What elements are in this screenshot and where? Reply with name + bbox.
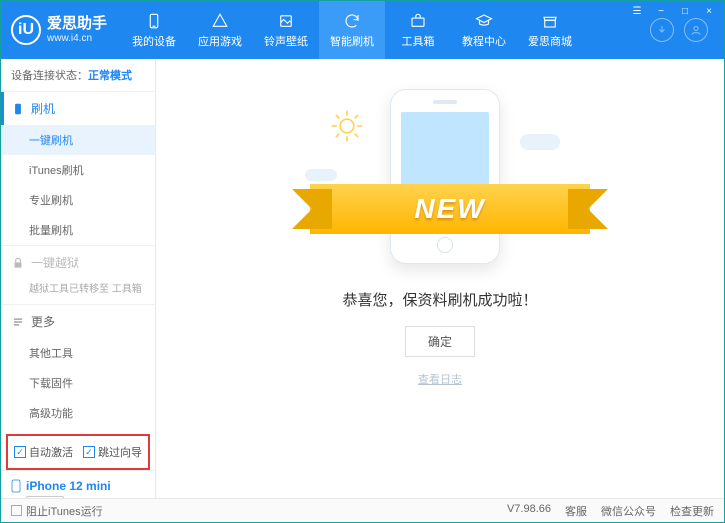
nav-label: 工具箱 — [402, 33, 435, 49]
wechat-link[interactable]: 微信公众号 — [601, 503, 656, 519]
brand-url: www.i4.cn — [47, 33, 107, 45]
grad-cap-icon — [475, 12, 493, 30]
sun-icon — [330, 109, 364, 143]
device-icon — [11, 479, 21, 493]
sidebar-item-batch[interactable]: 批量刷机 — [1, 215, 155, 245]
toolbox-icon — [409, 12, 427, 30]
nav-label: 铃声壁纸 — [264, 33, 308, 49]
success-illustration: NEW — [330, 89, 550, 269]
block-itunes-checkbox[interactable]: 阻止iTunes运行 — [11, 503, 103, 519]
logo-icon: iU — [11, 15, 41, 45]
phone-illustration — [390, 89, 500, 264]
brand-name: 爱思助手 — [47, 15, 107, 33]
device-name: iPhone 12 mini — [26, 479, 111, 493]
cloud-icon — [520, 134, 560, 150]
nav-tutorials[interactable]: 教程中心 — [451, 1, 517, 59]
device-block[interactable]: iPhone 12 mini 64GB Down-12mini-13,1 — [1, 470, 155, 498]
update-link[interactable]: 检查更新 — [670, 503, 714, 519]
top-nav: 我的设备 应用游戏 铃声壁纸 智能刷机 工具箱 教程中心 爱思商城 — [121, 1, 634, 59]
new-banner: NEW — [310, 184, 590, 234]
jailbreak-note: 越狱工具已转移至 工具箱 — [1, 279, 155, 304]
nav-label: 教程中心 — [462, 33, 506, 49]
minimize-button[interactable]: − — [650, 3, 672, 19]
check-icon: ✓ — [83, 446, 95, 458]
nav-apps[interactable]: 应用游戏 — [187, 1, 253, 59]
logo-block: iU 爱思助手 www.i4.cn — [1, 15, 121, 45]
header-actions — [634, 18, 724, 42]
sidebar-item-advanced[interactable]: 高级功能 — [1, 398, 155, 428]
sidebar-item-pro[interactable]: 专业刷机 — [1, 185, 155, 215]
main-pane: NEW 恭喜您，保资料刷机成功啦！ 确定 查看日志 — [156, 59, 724, 498]
list-icon — [11, 315, 25, 329]
settings-button[interactable]: ☰ — [626, 3, 648, 19]
support-link[interactable]: 客服 — [565, 503, 587, 519]
app-header: iU 爱思助手 www.i4.cn 我的设备 应用游戏 铃声壁纸 智能刷机 工具… — [1, 1, 724, 59]
nav-ringtones[interactable]: 铃声壁纸 — [253, 1, 319, 59]
lock-icon — [11, 256, 25, 270]
check-label: 自动激活 — [29, 444, 73, 460]
section-flash[interactable]: 刷机 — [1, 92, 155, 125]
view-log-link[interactable]: 查看日志 — [418, 371, 462, 387]
section-title: 更多 — [31, 313, 55, 330]
cloud-icon — [305, 169, 337, 181]
wallpaper-icon — [277, 12, 295, 30]
apps-icon — [211, 12, 229, 30]
nav-shop[interactable]: 爱思商城 — [517, 1, 583, 59]
nav-device[interactable]: 我的设备 — [121, 1, 187, 59]
success-message: 恭喜您，保资料刷机成功啦！ — [342, 289, 537, 310]
version-label: V7.98.66 — [507, 503, 551, 519]
nav-label: 智能刷机 — [330, 33, 374, 49]
sidebar-item-itunes[interactable]: iTunes刷机 — [1, 155, 155, 185]
check-label: 跳过向导 — [98, 444, 142, 460]
checkbox-skip-guide[interactable]: ✓跳过向导 — [83, 444, 142, 460]
nav-label: 我的设备 — [132, 33, 176, 49]
phone-icon — [11, 102, 25, 116]
shop-icon — [541, 12, 559, 30]
checkbox-auto-activate[interactable]: ✓自动激活 — [14, 444, 73, 460]
confirm-button[interactable]: 确定 — [405, 326, 475, 357]
sidebar-item-oneclick[interactable]: 一键刷机 — [1, 125, 155, 155]
section-title: 刷机 — [31, 100, 55, 117]
close-button[interactable]: × — [698, 3, 720, 19]
maximize-button[interactable]: □ — [674, 3, 696, 19]
download-button[interactable] — [650, 18, 674, 42]
refresh-icon — [343, 12, 361, 30]
checkbox-icon — [11, 505, 22, 516]
phone-icon — [145, 12, 163, 30]
window-controls: ☰ − □ × — [622, 1, 724, 21]
check-icon: ✓ — [14, 446, 26, 458]
section-more[interactable]: 更多 — [1, 305, 155, 338]
sidebar-item-firmware[interactable]: 下载固件 — [1, 368, 155, 398]
device-name-row: iPhone 12 mini — [11, 479, 145, 493]
section-jailbreak[interactable]: 一键越狱 — [1, 246, 155, 279]
nav-toolbox[interactable]: 工具箱 — [385, 1, 451, 59]
checkbox-group: ✓自动激活 ✓跳过向导 — [6, 434, 150, 470]
status-bar: 阻止iTunes运行 V7.98.66 客服 微信公众号 检查更新 — [1, 498, 724, 522]
connection-status: 设备连接状态：正常模式 — [1, 59, 155, 91]
nav-label: 应用游戏 — [198, 33, 242, 49]
nav-label: 爱思商城 — [528, 33, 572, 49]
sidebar: 设备连接状态：正常模式 刷机 一键刷机 iTunes刷机 专业刷机 批量刷机 一… — [1, 59, 156, 498]
section-title: 一键越狱 — [31, 254, 79, 271]
status-label: 设备连接状态： — [11, 70, 88, 82]
sidebar-item-others[interactable]: 其他工具 — [1, 338, 155, 368]
nav-flash[interactable]: 智能刷机 — [319, 1, 385, 59]
check-label: 阻止iTunes运行 — [26, 503, 103, 519]
user-button[interactable] — [684, 18, 708, 42]
status-value: 正常模式 — [88, 70, 132, 82]
